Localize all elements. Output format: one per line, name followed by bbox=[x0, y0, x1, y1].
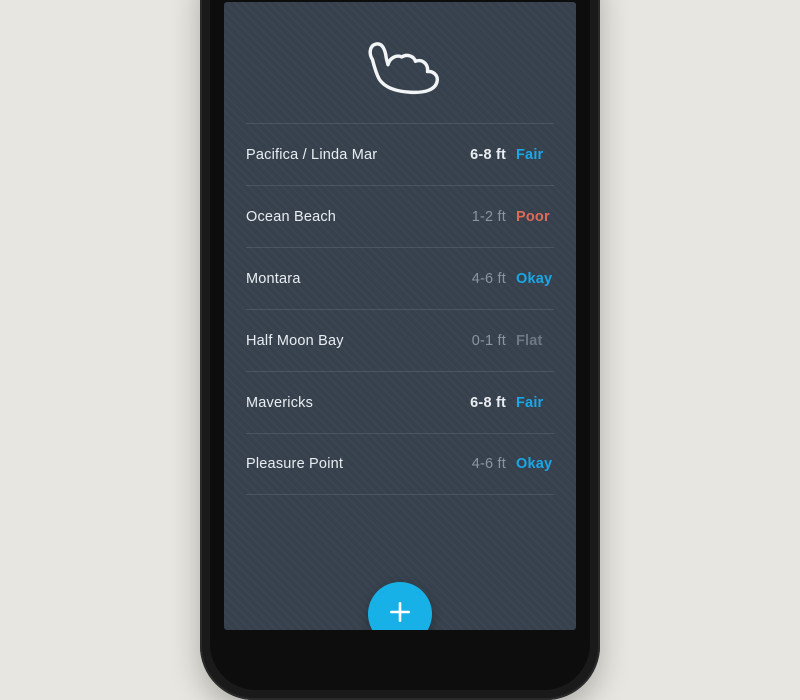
condition-badge: Fair bbox=[516, 147, 554, 163]
spot-name: Montara bbox=[246, 271, 472, 287]
spot-row[interactable]: Montara4-6 ft Okay bbox=[246, 247, 554, 309]
spot-name: Mavericks bbox=[246, 395, 470, 411]
spot-name: Half Moon Bay bbox=[246, 333, 472, 349]
spot-row[interactable]: Pleasure Point4-6 ft Okay bbox=[246, 433, 554, 495]
spot-name: Pacifica / Linda Mar bbox=[246, 147, 470, 163]
wave-height: 0-1 ft bbox=[472, 333, 506, 349]
condition-badge: Fair bbox=[516, 395, 554, 411]
wave-height: 4-6 ft bbox=[472, 271, 506, 287]
spot-row[interactable]: Ocean Beach1-2 ft Poor bbox=[246, 185, 554, 247]
wave-height: 4-6 ft bbox=[472, 456, 506, 472]
phone-bezel: Pacifica / Linda Mar6-8 ftFairOcean Beac… bbox=[210, 0, 590, 690]
spot-row[interactable]: Pacifica / Linda Mar6-8 ft Fair bbox=[246, 123, 554, 185]
spot-row[interactable]: Half Moon Bay0-1 ft Flat bbox=[246, 309, 554, 371]
condition-badge: Okay bbox=[516, 271, 554, 287]
condition-badge: Flat bbox=[516, 333, 554, 349]
app-screen: Pacifica / Linda Mar6-8 ftFairOcean Beac… bbox=[224, 2, 576, 630]
plus-icon bbox=[387, 599, 413, 630]
wave-height: 1-2 ft bbox=[472, 209, 506, 225]
app-logo bbox=[224, 2, 576, 123]
spot-list: Pacifica / Linda Mar6-8 ftFairOcean Beac… bbox=[224, 123, 576, 630]
wave-height: 6-8 ft bbox=[470, 395, 506, 411]
shaka-icon bbox=[357, 30, 443, 101]
wave-height: 6-8 ft bbox=[470, 147, 506, 163]
spot-name: Pleasure Point bbox=[246, 456, 472, 472]
phone-frame: Pacifica / Linda Mar6-8 ftFairOcean Beac… bbox=[200, 0, 600, 700]
spot-row[interactable]: Mavericks6-8 ft Fair bbox=[246, 371, 554, 433]
condition-badge: Okay bbox=[516, 456, 554, 472]
spot-name: Ocean Beach bbox=[246, 209, 472, 225]
condition-badge: Poor bbox=[516, 209, 554, 225]
